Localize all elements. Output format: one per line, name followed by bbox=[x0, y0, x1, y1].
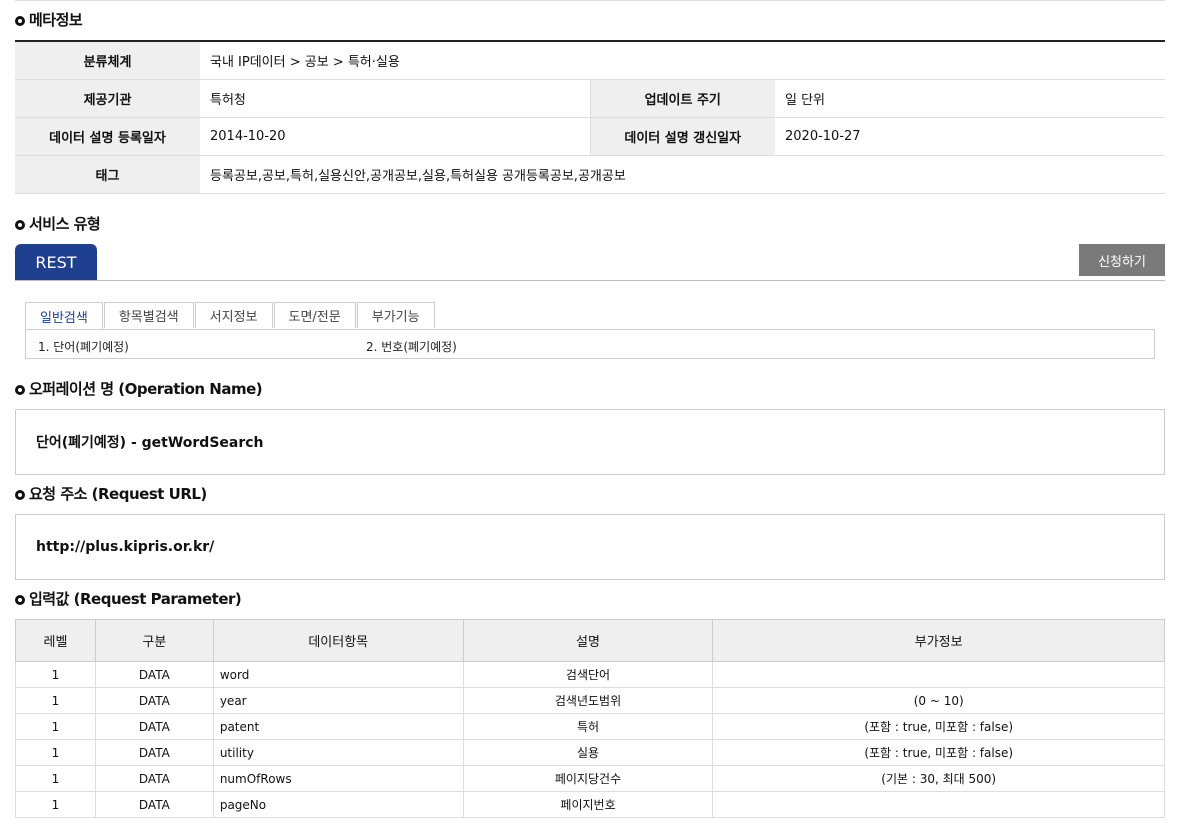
request-url: http://plus.kipris.or.kr/ bbox=[36, 539, 215, 555]
meta-label: 업데이트 주기 bbox=[590, 79, 775, 118]
operation-link-number[interactable]: 2. 번호(폐기예정) bbox=[366, 338, 457, 355]
param-level: 1 bbox=[15, 765, 96, 792]
meta-label: 데이터 설명 갱신일자 bbox=[590, 117, 775, 156]
param-level: 1 bbox=[15, 713, 96, 740]
param-header: 설명 bbox=[462, 619, 714, 662]
subtab-bibliographic[interactable]: 서지정보 bbox=[194, 302, 273, 328]
meta-section-title: 메타정보 bbox=[15, 9, 83, 30]
subtab-general-search[interactable]: 일반검색 bbox=[25, 302, 103, 330]
param-header: 데이터항목 bbox=[212, 619, 464, 662]
param-desc: 검색년도범위 bbox=[462, 687, 714, 714]
table-row: 1 DATA pageNo 페이지번호 bbox=[15, 791, 1165, 818]
param-section-title-text: 입력값 (Request Parameter) bbox=[29, 590, 242, 608]
param-desc: 특허 bbox=[462, 713, 714, 740]
param-item: word bbox=[212, 661, 464, 688]
param-extra: (포함 : true, 미포함 : false) bbox=[712, 713, 1165, 740]
meta-label: 데이터 설명 등록일자 bbox=[15, 117, 200, 156]
table-row: 1 DATA year 검색년도범위 (0 ~ 10) bbox=[15, 687, 1165, 714]
meta-row: 데이터 설명 등록일자 2014-10-20 데이터 설명 갱신일자 2020-… bbox=[15, 117, 1165, 156]
param-item: utility bbox=[212, 739, 464, 766]
param-desc: 실용 bbox=[462, 739, 714, 766]
param-section-title: 입력값 (Request Parameter) bbox=[15, 588, 242, 609]
param-level: 1 bbox=[15, 739, 96, 766]
meta-value: 일 단위 bbox=[775, 79, 1165, 118]
subtab-item-search[interactable]: 항목별검색 bbox=[103, 302, 194, 328]
param-extra bbox=[712, 791, 1165, 818]
param-extra bbox=[712, 661, 1165, 688]
param-type: DATA bbox=[94, 791, 214, 818]
param-table: 레벨 구분 데이터항목 설명 부가정보 1 DATA word 검색단어 1 D… bbox=[15, 619, 1165, 818]
operation-section-title: 오퍼레이션 명 (Operation Name) bbox=[15, 378, 263, 399]
meta-row: 제공기관 특허청 업데이트 주기 일 단위 bbox=[15, 79, 1165, 118]
subtab-drawing-fulltext[interactable]: 도면/전문 bbox=[273, 302, 356, 328]
subtab-additional[interactable]: 부가기능 bbox=[356, 302, 435, 328]
param-type: DATA bbox=[94, 687, 214, 714]
tab-rest[interactable]: REST bbox=[15, 244, 97, 280]
param-type: DATA bbox=[94, 713, 214, 740]
operation-section-title-text: 오퍼레이션 명 (Operation Name) bbox=[29, 380, 263, 398]
request-url-section-title: 요청 주소 (Request URL) bbox=[15, 483, 207, 504]
param-desc: 페이지당건수 bbox=[462, 765, 714, 792]
param-type: DATA bbox=[94, 739, 214, 766]
bullet-circle-icon bbox=[15, 219, 25, 230]
operation-name: 단어(폐기예정) - getWordSearch bbox=[36, 435, 264, 451]
bullet-circle-icon bbox=[15, 594, 25, 605]
page: 메타정보 분류체계 국내 IP데이터 > 공보 > 특허·실용 제공기관 특허청… bbox=[0, 0, 1182, 828]
param-level: 1 bbox=[15, 791, 96, 818]
meta-value: 2014-10-20 bbox=[200, 117, 591, 156]
operation-link-word[interactable]: 1. 단어(폐기예정) bbox=[38, 338, 129, 355]
param-desc: 검색단어 bbox=[462, 661, 714, 688]
param-header: 구분 bbox=[94, 619, 214, 662]
subtab-panel: 1. 단어(폐기예정) 2. 번호(폐기예정) bbox=[25, 329, 1155, 359]
apply-button[interactable]: 신청하기 bbox=[1079, 244, 1165, 276]
request-url-box: http://plus.kipris.or.kr/ bbox=[15, 514, 1165, 580]
meta-label: 분류체계 bbox=[15, 41, 200, 80]
param-extra: (포함 : true, 미포함 : false) bbox=[712, 739, 1165, 766]
meta-label: 태그 bbox=[15, 155, 200, 194]
param-extra: (0 ~ 10) bbox=[712, 687, 1165, 714]
meta-value: 특허청 bbox=[200, 79, 591, 118]
meta-value: 2020-10-27 bbox=[775, 117, 1165, 156]
param-type: DATA bbox=[94, 765, 214, 792]
table-row: 1 DATA word 검색단어 bbox=[15, 661, 1165, 688]
param-header: 부가정보 bbox=[712, 619, 1165, 662]
table-row: 1 DATA numOfRows 페이지당건수 (기본 : 30, 최대 500… bbox=[15, 765, 1165, 792]
param-extra: (기본 : 30, 최대 500) bbox=[712, 765, 1165, 792]
bullet-circle-icon bbox=[15, 489, 25, 500]
param-item: year bbox=[212, 687, 464, 714]
param-level: 1 bbox=[15, 687, 96, 714]
param-item: pageNo bbox=[212, 791, 464, 818]
param-level: 1 bbox=[15, 661, 96, 688]
bullet-circle-icon bbox=[15, 384, 25, 395]
meta-value: 등록공보,공보,특허,실용신안,공개공보,실용,특허실용 공개등록공보,공개공보 bbox=[200, 155, 1165, 194]
operation-name-box: 단어(폐기예정) - getWordSearch bbox=[15, 409, 1165, 475]
tab-divider bbox=[15, 280, 1165, 281]
table-row: 1 DATA utility 실용 (포함 : true, 미포함 : fals… bbox=[15, 739, 1165, 766]
param-header: 레벨 bbox=[15, 619, 96, 662]
service-section-title-text: 서비스 유형 bbox=[29, 215, 101, 233]
subtab-bar: 일반검색 항목별검색 서지정보 도면/전문 부가기능 bbox=[25, 302, 436, 330]
meta-table: 분류체계 국내 IP데이터 > 공보 > 특허·실용 제공기관 특허청 업데이트… bbox=[15, 40, 1165, 194]
param-type: DATA bbox=[94, 661, 214, 688]
meta-section-title-text: 메타정보 bbox=[29, 11, 83, 29]
meta-row: 태그 등록공보,공보,특허,실용신안,공개공보,실용,특허실용 공개등록공보,공… bbox=[15, 155, 1165, 194]
table-row: 1 DATA patent 특허 (포함 : true, 미포함 : false… bbox=[15, 713, 1165, 740]
param-desc: 페이지번호 bbox=[462, 791, 714, 818]
param-item: numOfRows bbox=[212, 765, 464, 792]
param-header-row: 레벨 구분 데이터항목 설명 부가정보 bbox=[15, 619, 1165, 662]
meta-value: 국내 IP데이터 > 공보 > 특허·실용 bbox=[200, 41, 1165, 80]
meta-label: 제공기관 bbox=[15, 79, 200, 118]
meta-row: 분류체계 국내 IP데이터 > 공보 > 특허·실용 bbox=[15, 41, 1165, 80]
bullet-circle-icon bbox=[15, 15, 25, 26]
service-section-title: 서비스 유형 bbox=[15, 213, 101, 234]
param-item: patent bbox=[212, 713, 464, 740]
top-divider bbox=[15, 0, 1165, 1]
request-url-section-title-text: 요청 주소 (Request URL) bbox=[29, 485, 207, 503]
